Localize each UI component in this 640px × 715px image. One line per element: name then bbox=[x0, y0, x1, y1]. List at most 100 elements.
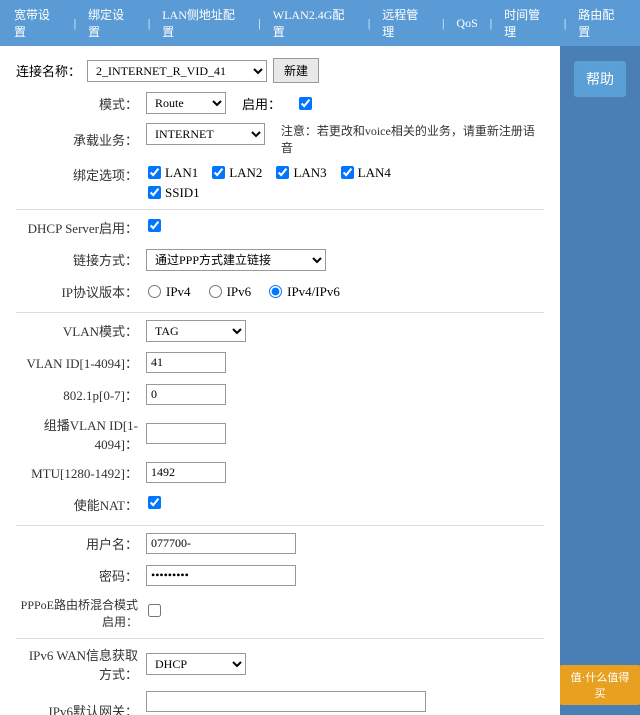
dot1p-label: 802.1p[0-7]： bbox=[16, 385, 146, 404]
vlan-mode-row: VLAN模式： TAG bbox=[16, 319, 544, 343]
bind-row: 绑定选项： LAN1 LAN2 LAN3 bbox=[16, 165, 544, 201]
bind-lan3: LAN3 bbox=[274, 165, 326, 181]
dot1p-row: 802.1p[0-7]： bbox=[16, 383, 544, 407]
new-button[interactable]: 新建 bbox=[273, 58, 319, 83]
mode-select[interactable]: Route bbox=[146, 92, 226, 114]
ipv6-radio[interactable] bbox=[209, 285, 222, 298]
enable-label: 启用： bbox=[242, 94, 281, 113]
nav-item-bind[interactable]: 绑定设置 bbox=[82, 4, 142, 42]
service-select[interactable]: INTERNET bbox=[146, 123, 265, 145]
ipv4-radio[interactable] bbox=[148, 285, 161, 298]
nav-item-wlan[interactable]: WLAN2.4G配置 bbox=[267, 4, 362, 42]
nav-item-route[interactable]: 路由配置 bbox=[572, 4, 632, 42]
mode-controls: Route 启用： bbox=[146, 92, 544, 114]
bind-options-group: LAN1 LAN2 LAN3 LAN4 bbox=[146, 165, 544, 181]
bind-lan3-checkbox[interactable] bbox=[276, 166, 289, 179]
nav-item-remote[interactable]: 远程管理 bbox=[376, 4, 436, 42]
ipv6-label: IPv6 bbox=[227, 284, 252, 300]
username-row: 用户名： bbox=[16, 532, 544, 556]
bind-lan4: LAN4 bbox=[339, 165, 391, 181]
bind-ssid1: SSID1 bbox=[146, 185, 200, 201]
dot1p-controls bbox=[146, 384, 544, 405]
bind-ssid1-checkbox[interactable] bbox=[148, 186, 161, 199]
bind-lan4-checkbox[interactable] bbox=[341, 166, 354, 179]
multicast-vlan-controls bbox=[146, 423, 544, 444]
nav-item-time[interactable]: 时间管理 bbox=[498, 4, 558, 42]
connection-name-select[interactable]: 2_INTERNET_R_VID_41 bbox=[87, 60, 267, 82]
bind-lan3-label: LAN3 bbox=[293, 165, 326, 181]
nav-separator-3: | bbox=[252, 14, 266, 33]
link-method-label: 链接方式： bbox=[16, 250, 146, 269]
dhcp-row: DHCP Server启用： bbox=[16, 216, 544, 240]
mode-row: 模式： Route 启用： bbox=[16, 91, 544, 115]
vlan-id-label: VLAN ID[1-4094]： bbox=[16, 353, 146, 372]
nav-item-lan[interactable]: LAN侧地址配置 bbox=[156, 4, 252, 42]
nav-separator-2: | bbox=[142, 14, 156, 33]
dhcp-controls bbox=[146, 219, 544, 236]
mode-label: 模式： bbox=[16, 94, 146, 113]
bind-lan2-checkbox[interactable] bbox=[212, 166, 225, 179]
pppoe-bridge-checkbox[interactable] bbox=[148, 604, 161, 617]
bind-lan2-label: LAN2 bbox=[229, 165, 262, 181]
ipv6-obtain-select[interactable]: DHCP bbox=[146, 653, 246, 675]
bind-lan2: LAN2 bbox=[210, 165, 262, 181]
link-method-controls: 通过PPP方式建立链接 bbox=[146, 249, 544, 271]
main-content: 连接名称： 2_INTERNET_R_VID_41 新建 模式： Route 启… bbox=[0, 46, 560, 715]
nav-separator-5: | bbox=[436, 14, 450, 33]
mtu-input[interactable] bbox=[146, 462, 226, 483]
divider-2 bbox=[16, 312, 544, 313]
password-input[interactable] bbox=[146, 565, 296, 586]
password-label: 密码： bbox=[16, 566, 146, 585]
bind-label: 绑定选项： bbox=[16, 165, 146, 184]
ipv6-option[interactable]: IPv6 bbox=[207, 284, 252, 300]
ipv4-label: IPv4 bbox=[166, 284, 191, 300]
nav-item-qos[interactable]: QoS bbox=[450, 14, 483, 33]
ip-version-row: IP协议版本： IPv4 IPv6 IPv4/IPv6 bbox=[16, 280, 544, 304]
pppoe-bridge-controls bbox=[146, 604, 544, 621]
nav-separator-7: | bbox=[558, 14, 572, 33]
ipv6-gateway-row: IPv6默认网关： （IPv6默认网关不填内容，则自动获取） bbox=[16, 691, 544, 715]
divider-4 bbox=[16, 638, 544, 639]
mtu-label: MTU[1280-1492]： bbox=[16, 463, 146, 482]
ipv4ipv6-option[interactable]: IPv4/IPv6 bbox=[267, 284, 340, 300]
nav-separator-6: | bbox=[484, 14, 498, 33]
ip-version-label: IP协议版本： bbox=[16, 282, 146, 301]
username-input[interactable] bbox=[146, 533, 296, 554]
pppoe-bridge-label: PPPoE路由桥混合模式启用： bbox=[16, 596, 146, 630]
multicast-vlan-label: 组播VLAN ID[1-4094]： bbox=[16, 415, 146, 453]
ipv6-gateway-controls: （IPv6默认网关不填内容，则自动获取） bbox=[146, 691, 544, 715]
nat-controls bbox=[146, 496, 544, 513]
service-row: 承载业务： INTERNET 注意：若更改和voice相关的业务，请重新注册语音 bbox=[16, 123, 544, 157]
vlan-mode-select[interactable]: TAG bbox=[146, 320, 246, 342]
help-label: 帮助 bbox=[574, 61, 626, 97]
enable-checkbox[interactable] bbox=[299, 97, 312, 110]
link-method-select[interactable]: 通过PPP方式建立链接 bbox=[146, 249, 326, 271]
bind-options-row2: SSID1 bbox=[146, 185, 544, 201]
service-controls: INTERNET 注意：若更改和voice相关的业务，请重新注册语音 bbox=[146, 123, 544, 157]
pppoe-bridge-row: PPPoE路由桥混合模式启用： bbox=[16, 596, 544, 630]
multicast-vlan-row: 组播VLAN ID[1-4094]： bbox=[16, 415, 544, 453]
ipv6-gateway-label: IPv6默认网关： bbox=[16, 701, 146, 715]
ipv6-obtain-controls: DHCP bbox=[146, 653, 544, 675]
ipv4-option[interactable]: IPv4 bbox=[146, 284, 191, 300]
note-text: 注意：若更改和voice相关的业务，请重新注册语音 bbox=[281, 123, 544, 157]
ip-version-controls: IPv4 IPv6 IPv4/IPv6 bbox=[146, 284, 544, 300]
dhcp-checkbox[interactable] bbox=[148, 219, 161, 232]
bind-lan1-checkbox[interactable] bbox=[148, 166, 161, 179]
vlan-id-input[interactable] bbox=[146, 352, 226, 373]
password-controls bbox=[146, 565, 544, 586]
multicast-vlan-input[interactable] bbox=[146, 423, 226, 444]
dhcp-label: DHCP Server启用： bbox=[16, 218, 146, 237]
divider-1 bbox=[16, 209, 544, 210]
dot1p-input[interactable] bbox=[146, 384, 226, 405]
nat-checkbox[interactable] bbox=[148, 496, 161, 509]
nav-item-broadband[interactable]: 宽带设置 bbox=[8, 4, 68, 42]
connection-name-row: 连接名称： 2_INTERNET_R_VID_41 新建 bbox=[16, 58, 544, 83]
nav-separator-4: | bbox=[362, 14, 376, 33]
link-method-row: 链接方式： 通过PPP方式建立链接 bbox=[16, 248, 544, 272]
connection-name-label: 连接名称： bbox=[16, 61, 81, 80]
bind-lan1: LAN1 bbox=[146, 165, 198, 181]
ipv6-obtain-label: IPv6 WAN信息获取方式： bbox=[16, 645, 146, 683]
ipv4ipv6-radio[interactable] bbox=[269, 285, 282, 298]
ipv6-gateway-input[interactable] bbox=[146, 691, 426, 712]
